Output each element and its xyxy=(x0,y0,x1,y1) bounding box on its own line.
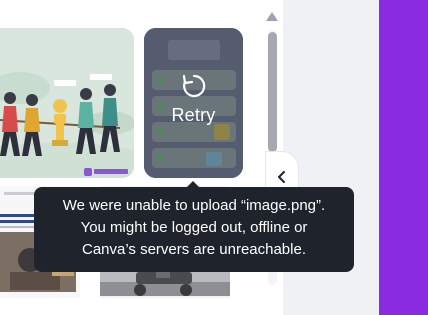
tooltip-line-3: Canva’s servers are unreachable. xyxy=(81,241,306,258)
tug-of-war-illustration xyxy=(0,28,134,178)
retry-upload-overlay[interactable]: Retry xyxy=(144,28,243,178)
tooltip-line-2: You might be logged out, offline or xyxy=(80,219,308,236)
scroll-up-arrow[interactable] xyxy=(266,12,278,21)
chevron-left-icon xyxy=(278,171,285,183)
upload-thumbnail-tug-of-war[interactable] xyxy=(0,28,134,178)
upload-error-tooltip: We were unable to upload “image.png”. Yo… xyxy=(34,187,354,272)
tooltip-line-1: We were unable to upload “image.png”. xyxy=(62,197,326,214)
retry-label: Retry xyxy=(171,104,216,125)
design-page-edge[interactable] xyxy=(379,0,428,315)
scrollbar-thumb[interactable] xyxy=(268,32,277,152)
retry-icon xyxy=(182,74,205,97)
